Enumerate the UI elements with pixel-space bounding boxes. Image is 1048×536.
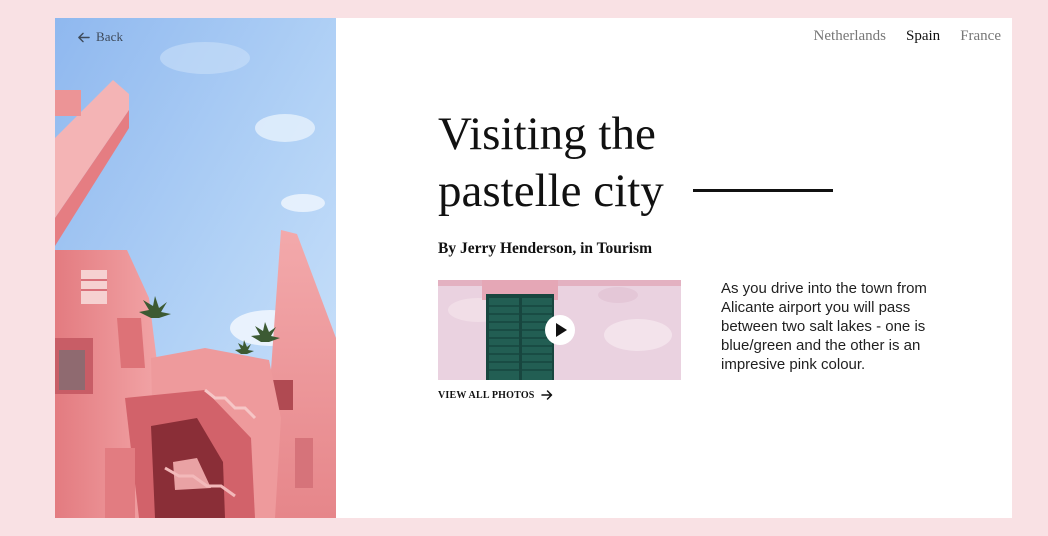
back-label: Back (96, 29, 124, 44)
page-title: Visiting the pastelle city (438, 106, 664, 220)
play-icon (556, 323, 567, 337)
nav-item-france[interactable]: France (960, 28, 1001, 45)
play-button[interactable] (545, 315, 575, 345)
article-description: As you drive into the town from Alicante… (721, 280, 927, 373)
article-card: Back Netherlands Spain France Visiting t… (55, 18, 1012, 518)
nav-item-spain[interactable]: Spain (906, 28, 940, 45)
byline: By Jerry Henderson, in Tourism (438, 240, 653, 257)
arrow-left-icon (78, 32, 90, 42)
view-all-photos-link[interactable]: VIEW ALL PHOTOS (438, 389, 553, 401)
arrow-right-icon (540, 390, 552, 400)
back-button[interactable]: Back (77, 29, 123, 45)
view-all-photos-label: VIEW ALL PHOTOS (438, 389, 535, 401)
nav-item-netherlands[interactable]: Netherlands (814, 28, 886, 45)
video-thumbnail[interactable] (438, 280, 681, 380)
hero-image: Back (55, 18, 336, 518)
page-title-line-1: Visiting the (438, 108, 656, 160)
country-nav: Netherlands Spain France (814, 28, 1001, 45)
page-title-line-2: pastelle city (438, 165, 664, 217)
title-divider (693, 189, 833, 192)
